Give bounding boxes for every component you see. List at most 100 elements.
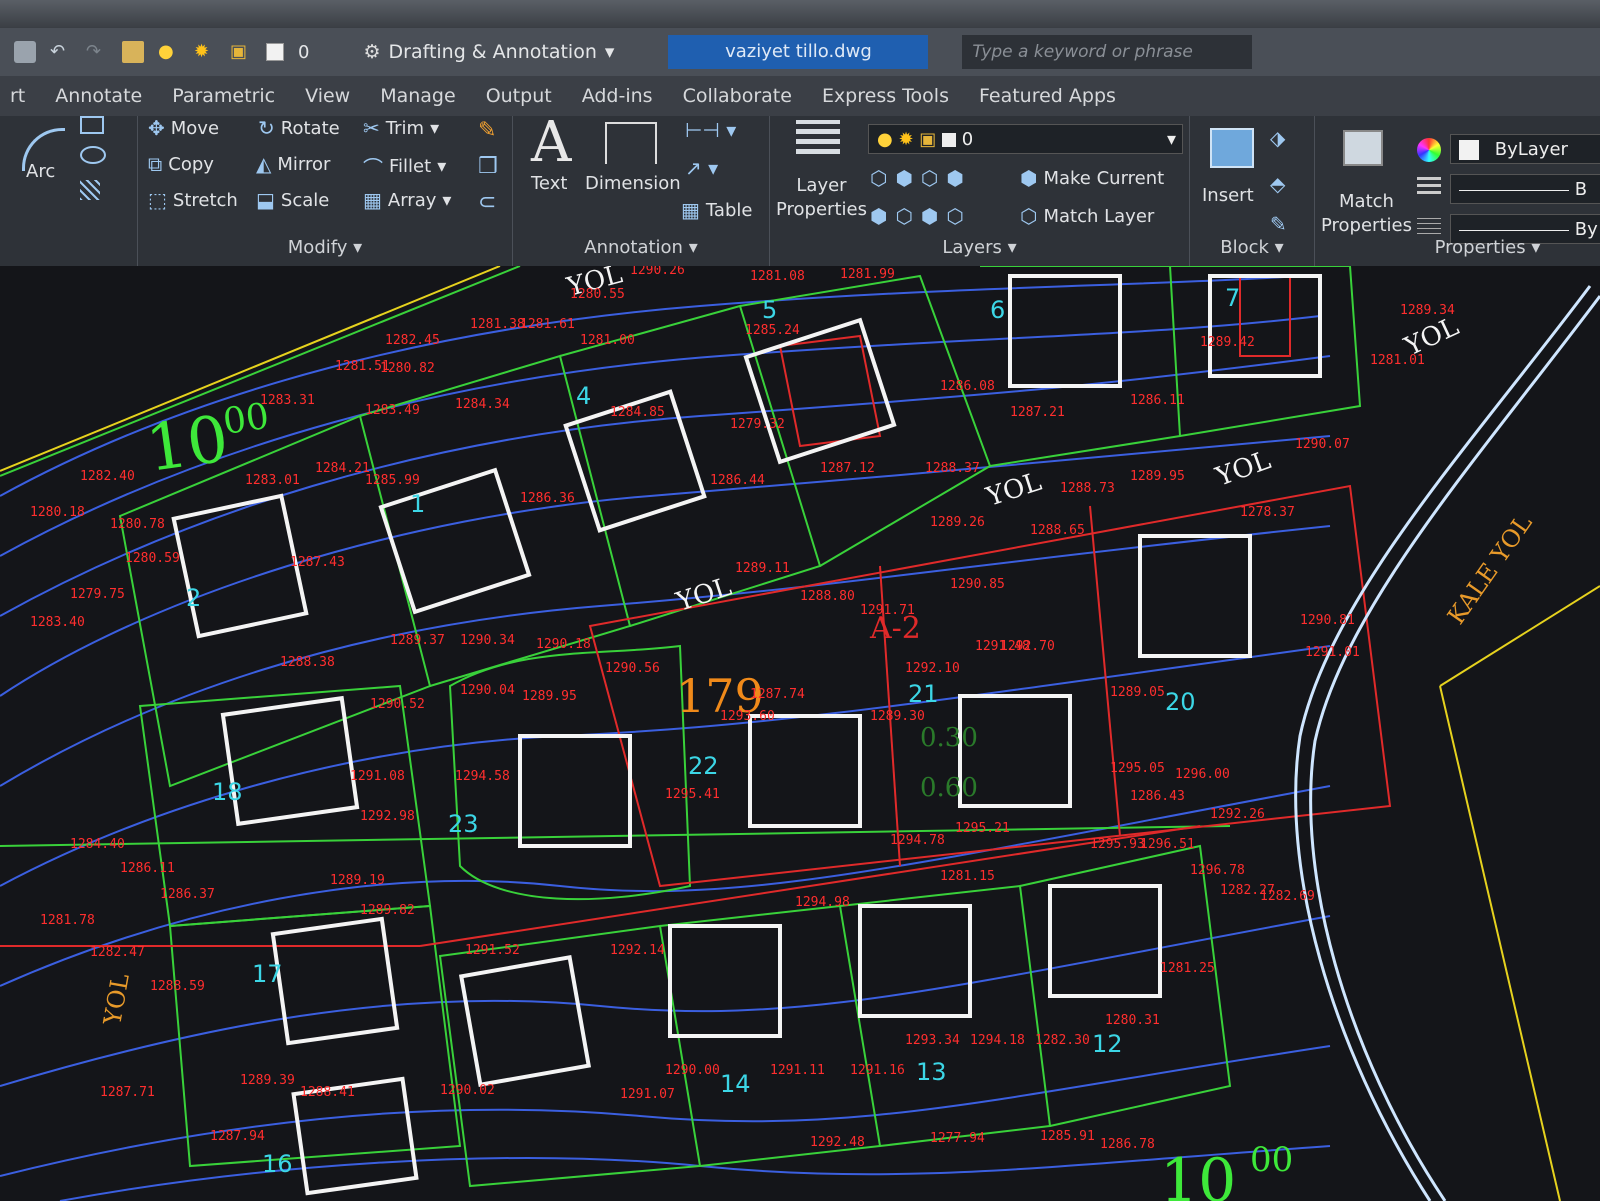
workspace-label: Drafting & Annotation [388,41,597,63]
elevation-label: 1290.02 [440,1083,495,1098]
lock-icon[interactable]: ▣ [230,41,252,63]
annotation-panel-title[interactable]: Annotation ▾ [513,237,769,258]
array-button[interactable]: ▦ Array ▾ [363,188,451,212]
ellipse-icon[interactable] [80,146,106,164]
elevation-label: 1287.21 [1010,405,1065,420]
erase-icon[interactable]: ✎ [478,118,496,143]
layer-properties-button[interactable]: Layer Properties [776,174,867,222]
move-button[interactable]: ✥ Move [148,116,219,140]
block-panel-title[interactable]: Block ▾ [1190,237,1314,258]
insert-button[interactable]: Insert [1202,184,1254,208]
table-label: Table [705,199,753,221]
elevation-label: 1280.59 [125,551,180,566]
hatch-icon[interactable] [80,180,100,200]
modify-panel-title[interactable]: Modify ▾ [138,237,512,258]
tab-insert[interactable]: rt [10,85,25,107]
properties-panel-title[interactable]: Properties ▾ [1375,237,1600,258]
lot-number: 4 [576,382,591,410]
elevation-label: 1290.56 [605,661,660,676]
lot-number: 13 [916,1058,947,1086]
array-label: Array [387,189,437,211]
rotate-button[interactable]: ↻ Rotate [258,116,340,140]
elevation-label: 1283.31 [260,393,315,408]
fillet-button[interactable]: ⌒ Fillet ▾ [363,152,446,181]
tab-collaborate[interactable]: Collaborate [683,85,792,107]
color-wheel-icon[interactable] [1417,138,1441,162]
edit-block-icon[interactable]: ⬘ [1270,172,1285,196]
elevation-label: 1286.37 [160,887,215,902]
layers-panel: Layer Properties ● ✹ ▣ 0 ▾ ⬡⬢⬡⬢ ⬢ Make Cur… [770,116,1190,266]
chevron-down-icon: ▾ [430,117,440,139]
elevation-label: 1281.01 [1370,353,1425,368]
layer-name[interactable]: 0 [298,42,309,63]
open-folder-icon[interactable] [122,41,144,63]
arc-button[interactable]: Arc [26,160,55,184]
elevation-label: 1277.94 [930,1131,985,1146]
stretch-label: Stretch [172,189,238,211]
elevation-label: 1289.37 [390,633,445,648]
layer-tools-icons[interactable]: ⬡⬢⬡⬢ [870,166,972,190]
draw-panel: Arc [0,116,138,266]
tab-manage[interactable]: Manage [380,85,455,107]
match-properties-button[interactable]: Match Properties [1321,190,1412,238]
linetype-icon[interactable] [1417,216,1441,234]
trim-button[interactable]: ✂ Trim ▾ [363,116,439,140]
sun-icon[interactable]: ✹ [194,41,216,63]
chevron-down-icon: ▾ [442,189,452,211]
search-input[interactable]: Type a keyword or phrase [962,35,1253,69]
tab-output[interactable]: Output [486,85,552,107]
print-icon[interactable] [14,41,36,63]
layer-tools-icons-2[interactable]: ⬢⬡⬢⬡ [870,204,972,228]
mirror-button[interactable]: ◭ Mirror [256,152,330,176]
tab-parametric[interactable]: Parametric [172,85,275,107]
text-button[interactable]: Text [531,172,567,196]
scale-icon: ⬓ [256,188,275,212]
tab-featured-apps[interactable]: Featured Apps [979,85,1116,107]
stretch-button[interactable]: ⬚ Stretch [148,188,238,212]
elevation-label: 1289.82 [360,903,415,918]
workspace-switcher[interactable]: ⚙ Drafting & Annotation ▾ [363,41,614,63]
chevron-down-icon: ▾ [437,156,447,177]
layer-dropdown[interactable]: ● ✹ ▣ 0 ▾ [868,124,1183,154]
create-block-icon[interactable]: ⬗ [1270,126,1285,150]
tab-annotate[interactable]: Annotate [55,85,142,107]
properties-panel: Match Properties ByLayer B By Properties … [1315,116,1600,266]
table-button[interactable]: ▦ Table [681,198,752,222]
redo-icon[interactable]: ↷ [86,41,108,63]
explode-icon[interactable]: ❒ [478,154,498,179]
drawing-svg: YOL YOL YOL YOL YOL YOL KALE YOL 179 A-2… [0,266,1600,1201]
elevation-label: 1293.60 [720,709,775,724]
dimension-button[interactable]: Dimension [585,172,681,196]
elevation-label: 1281.38 [470,317,525,332]
tab-express-tools[interactable]: Express Tools [822,85,949,107]
leader-icon[interactable]: ↗ ▾ [685,156,718,180]
tab-add-ins[interactable]: Add-ins [582,85,653,107]
elevation-label: 1285.99 [365,473,420,488]
elevation-label: 1286.08 [940,379,995,394]
scale-button[interactable]: ⬓ Scale [256,188,329,212]
drawing-canvas[interactable]: YOL YOL YOL YOL YOL YOL KALE YOL 179 A-2… [0,266,1600,1201]
copy-button[interactable]: ⧉ Copy [148,152,214,176]
lineweight-icon[interactable] [1417,176,1441,194]
color-value: ByLayer [1494,139,1568,160]
elevation-label: 1294.18 [970,1033,1025,1048]
tab-view[interactable]: View [305,85,350,107]
file-tab[interactable]: vaziyet tillo.dwg [668,35,929,69]
elevation-label: 1280.31 [1105,1013,1160,1028]
elevation-label: 1289.34 [1400,303,1455,318]
match-layer-button[interactable]: ⬡ Match Layer [1020,204,1154,228]
rectangle-icon[interactable] [80,116,104,134]
elevation-label: 1288.65 [1030,523,1085,538]
sun-icon: ✹ [898,129,914,150]
linear-dimension-icon[interactable]: ⊢⊣ ▾ [685,118,736,142]
scale-label-bottom: 10 [1160,1146,1236,1201]
grade-label: 0.30 [920,723,978,753]
offset-icon[interactable]: ⊂ [478,190,496,215]
make-current-button[interactable]: ⬢ Make Current [1020,166,1164,190]
lightbulb-icon[interactable]: ● [158,41,180,63]
lineweight-dropdown[interactable]: B [1450,174,1600,204]
block-attribute-icon[interactable]: ✎ [1270,212,1287,236]
undo-icon[interactable]: ↶ [50,41,72,63]
layers-panel-title[interactable]: Layers ▾ [770,237,1189,258]
color-dropdown[interactable]: ByLayer [1450,134,1600,164]
